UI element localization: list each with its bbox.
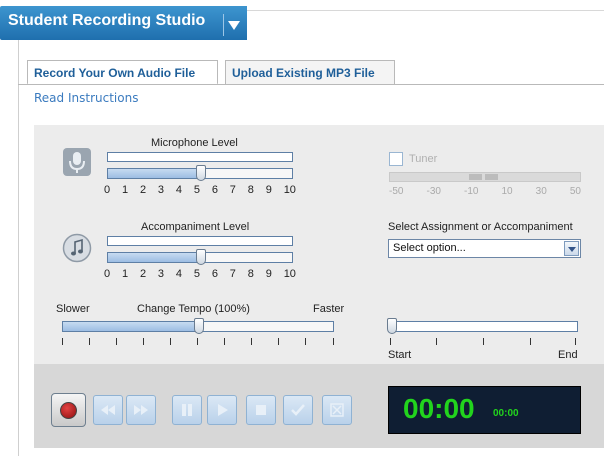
tuner-scale-label: 10 — [501, 186, 513, 197]
scale-label: 10 — [283, 268, 296, 280]
position-slider-thumb[interactable] — [387, 318, 397, 334]
scale-label: 8 — [247, 268, 254, 280]
tuner-meter — [389, 172, 581, 182]
rewind-button[interactable] — [93, 395, 123, 425]
delete-button[interactable] — [322, 395, 352, 425]
tuner-label: Tuner — [409, 153, 438, 165]
rewind-icon — [101, 405, 115, 415]
music-note-icon — [62, 233, 92, 263]
delete-icon — [330, 403, 344, 417]
title-dropdown-icon[interactable] — [223, 14, 243, 36]
microphone-slider-thumb[interactable] — [196, 165, 206, 181]
scale-label: 8 — [247, 184, 254, 196]
tempo-label: Change Tempo (100%) — [137, 303, 250, 315]
stop-icon — [256, 405, 266, 415]
fast-forward-icon — [134, 405, 148, 415]
position-start-label: Start — [388, 349, 412, 361]
header-divider — [247, 10, 604, 11]
accompaniment-scale: 0 1 2 3 4 5 6 7 8 9 10 — [104, 268, 296, 280]
timer-display: 00:00 00:00 — [388, 386, 581, 434]
timer-sub: 00:00 — [493, 408, 519, 419]
tempo-ticks — [62, 338, 334, 346]
tab-record-audio-label: Record Your Own Audio File — [34, 66, 196, 80]
record-icon — [60, 402, 77, 419]
position-ticks — [390, 338, 576, 346]
tuner-scale-label: 50 — [569, 186, 581, 197]
scale-label: 3 — [157, 268, 165, 280]
scale-label: 5 — [193, 268, 200, 280]
scale-label: 7 — [229, 268, 236, 280]
scale-label: 1 — [121, 184, 129, 196]
scale-label: 9 — [265, 268, 272, 280]
accompaniment-level-slider[interactable] — [107, 249, 293, 265]
scale-label: 6 — [211, 184, 218, 196]
accompaniment-slider-thumb[interactable] — [196, 249, 206, 265]
tuner-scale: -50 -30 -10 10 30 50 — [389, 186, 581, 197]
microphone-icon — [62, 147, 92, 177]
scale-label: 9 — [265, 184, 272, 196]
scale-label: 0 — [104, 184, 111, 196]
select-assignment-label: Select Assignment or Accompaniment — [388, 221, 573, 233]
pause-button[interactable] — [172, 395, 202, 425]
scale-label: 3 — [157, 184, 165, 196]
tuner-scale-label: 30 — [535, 186, 547, 197]
tempo-slider[interactable] — [62, 318, 334, 334]
tab-divider — [18, 84, 604, 85]
microphone-input-meter — [107, 152, 293, 162]
position-end-label: End — [558, 349, 578, 361]
app-title-bar: Student Recording Studio — [0, 6, 247, 40]
tuner-scale-label: -50 — [389, 186, 404, 197]
timer-main: 00:00 — [403, 393, 475, 424]
scale-label: 0 — [104, 268, 111, 280]
tempo-faster-label: Faster — [313, 303, 345, 315]
pause-icon — [182, 404, 192, 416]
tuner-scale-label: -30 — [426, 186, 441, 197]
microphone-level-slider[interactable] — [107, 165, 293, 181]
tab-upload-mp3-label: Upload Existing MP3 File — [232, 66, 375, 80]
checkmark-icon — [291, 404, 305, 416]
tempo-slower-label: Slower — [56, 303, 90, 315]
position-slider[interactable] — [387, 318, 578, 334]
scale-label: 6 — [211, 268, 218, 280]
scale-label: 10 — [283, 184, 296, 196]
scale-label: 1 — [121, 268, 129, 280]
scale-label: 2 — [139, 184, 147, 196]
fast-forward-button[interactable] — [126, 395, 156, 425]
scale-label: 7 — [229, 184, 236, 196]
accept-button[interactable] — [283, 395, 313, 425]
scale-label: 5 — [193, 184, 200, 196]
tuner-checkbox[interactable] — [389, 152, 403, 166]
stop-button[interactable] — [246, 395, 276, 425]
chevron-down-icon[interactable] — [564, 241, 579, 256]
assignment-select-value: Select option... — [393, 242, 466, 254]
tuner-scale-label: -10 — [464, 186, 479, 197]
scale-label: 4 — [175, 184, 182, 196]
read-instructions-link[interactable]: Read Instructions — [34, 91, 138, 105]
play-icon — [218, 404, 228, 416]
assignment-select[interactable]: Select option... — [388, 239, 581, 258]
record-button[interactable] — [51, 393, 86, 427]
tab-upload-mp3[interactable]: Upload Existing MP3 File — [225, 60, 395, 84]
microphone-scale: 0 1 2 3 4 5 6 7 8 9 10 — [104, 184, 296, 196]
accompaniment-meter — [107, 236, 293, 246]
scale-label: 2 — [139, 268, 147, 280]
tab-record-audio[interactable]: Record Your Own Audio File — [27, 60, 218, 85]
accompaniment-level-label: Accompaniment Level — [141, 221, 250, 233]
scale-label: 4 — [175, 268, 182, 280]
tempo-slider-thumb[interactable] — [194, 318, 204, 334]
play-button[interactable] — [207, 395, 237, 425]
microphone-level-label: Microphone Level — [151, 137, 238, 149]
app-title: Student Recording Studio — [8, 12, 206, 29]
